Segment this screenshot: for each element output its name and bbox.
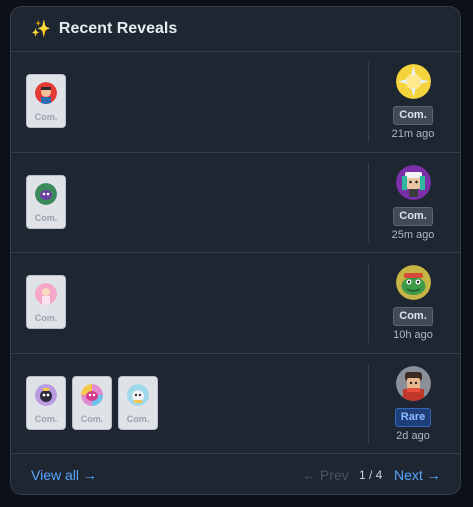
card-character-icon [35,82,57,104]
card-list: Com. Com. Com. [26,375,158,430]
card-tile[interactable]: Com. [72,375,112,430]
card-character-icon [127,383,149,406]
card-tile[interactable]: Com. [118,375,158,430]
panel-title: Recent Reveals [58,20,178,37]
reveal-time: 25m ago [391,228,435,241]
user-avatar[interactable] [395,365,431,401]
reveal-row[interactable]: Com. Com. Com. Rare 2d ago [11,354,460,454]
card-character-icon [35,182,57,205]
reveal-meta: Com. 10h ago [377,265,449,341]
reveal-time: 21m ago [391,128,435,140]
card-rarity-label: Com. [34,413,58,424]
user-avatar[interactable] [395,265,431,300]
card-character-icon [81,383,103,406]
user-avatar[interactable] [395,164,431,200]
card-tile[interactable]: Com. [26,74,66,128]
card-list: Com. [26,174,66,229]
reveal-meta: Com. 21m ago [377,64,449,140]
rarity-badge: Com. [393,307,433,326]
card-rarity-label: Com. [34,313,58,323]
prev-page-button[interactable]: ← Prev [302,467,349,483]
sparkles-icon: ✨ [31,21,51,38]
rarity-badge: Com. [393,106,433,125]
panel-header: ✨ Recent Reveals [11,7,460,52]
reveal-row[interactable]: Com. Com. 10h ago [11,253,460,354]
card-rarity-label: Com. [126,413,150,424]
card-list: Com. [26,275,66,329]
reveal-time: 10h ago [393,329,433,341]
reveal-row[interactable]: Com. Com. 25m ago [11,153,460,253]
next-page-button[interactable]: Next → [394,467,441,483]
card-tile[interactable]: Com. [26,275,66,329]
reveal-meta: Com. 25m ago [377,164,449,241]
card-rarity-label: Com. [34,212,58,223]
card-list: Com. [26,74,66,128]
card-tile[interactable]: Com. [26,174,66,229]
pagination-footer: View all → ← Prev 1 / 4 Next → [11,454,460,494]
row-divider [368,363,369,443]
rarity-badge: Rare [394,407,432,427]
card-rarity-label: Com. [80,413,104,424]
recent-reveals-panel: ✨ Recent Reveals Com. Com. 21m ago Com. … [10,6,461,495]
page-indicator: 1 / 4 [359,468,383,482]
row-divider [368,263,369,343]
rarity-badge: Com. [393,206,433,226]
card-character-icon [35,383,57,406]
card-tile[interactable]: Com. [26,375,66,430]
reveal-time: 2d ago [396,429,430,442]
row-divider [368,62,369,142]
card-character-icon [35,283,57,305]
reveal-row[interactable]: Com. Com. 21m ago [11,52,460,153]
row-divider [368,162,369,242]
view-all-link[interactable]: View all → [31,467,97,483]
user-avatar[interactable] [395,64,431,99]
card-rarity-label: Com. [34,112,58,122]
reveal-meta: Rare 2d ago [377,365,449,442]
